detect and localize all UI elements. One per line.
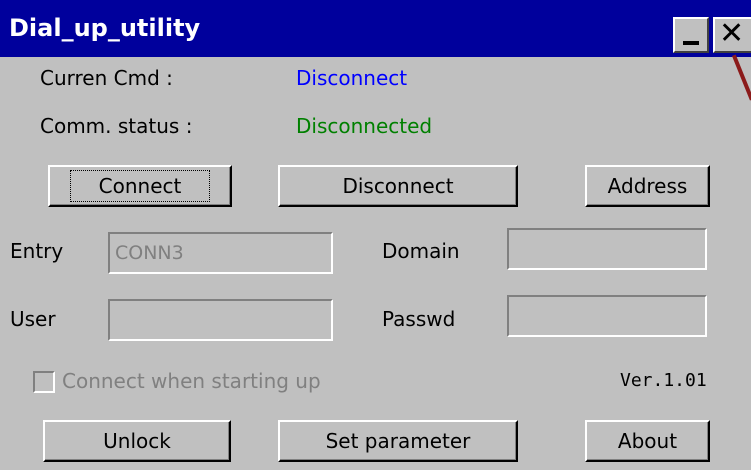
version-label: Ver.1.01 — [620, 370, 707, 391]
passwd-label: Passwd — [382, 307, 456, 331]
title-bar[interactable]: Dial_up_utility ✕ — [0, 0, 751, 57]
comm-status-value: Disconnected — [296, 114, 433, 138]
about-button-label: About — [617, 429, 678, 453]
connect-button[interactable]: Connect — [48, 165, 232, 207]
passwd-field[interactable] — [507, 295, 707, 337]
stylus-mark — [732, 54, 751, 101]
set-parameter-button[interactable]: Set parameter — [278, 420, 518, 462]
current-cmd-label: Curren Cmd : — [40, 66, 173, 90]
address-button-label: Address — [607, 174, 688, 198]
comm-status-label: Comm. status : — [40, 114, 193, 138]
unlock-button-label: Unlock — [103, 429, 171, 453]
connect-button-label: Connect — [69, 170, 211, 202]
domain-field[interactable] — [507, 228, 707, 270]
domain-label: Domain — [382, 239, 460, 263]
set-parameter-button-label: Set parameter — [325, 429, 471, 453]
user-field[interactable] — [108, 299, 333, 341]
disconnect-button[interactable]: Disconnect — [278, 165, 518, 207]
close-button[interactable]: ✕ — [713, 17, 751, 53]
close-icon: ✕ — [719, 16, 745, 51]
minimize-button[interactable] — [673, 17, 709, 53]
about-button[interactable]: About — [585, 420, 710, 462]
unlock-button[interactable]: Unlock — [43, 420, 231, 462]
address-button[interactable]: Address — [585, 165, 710, 207]
startup-checkbox-label[interactable]: Connect when starting up — [62, 369, 321, 393]
window-title: Dial_up_utility — [9, 14, 201, 42]
user-label: User — [10, 307, 56, 331]
entry-label: Entry — [10, 239, 64, 263]
disconnect-button-label: Disconnect — [342, 174, 454, 198]
startup-checkbox[interactable] — [33, 371, 55, 393]
minimize-icon — [683, 41, 699, 45]
current-cmd-value: Disconnect — [296, 66, 408, 90]
entry-field[interactable]: CONN3 — [108, 232, 333, 274]
